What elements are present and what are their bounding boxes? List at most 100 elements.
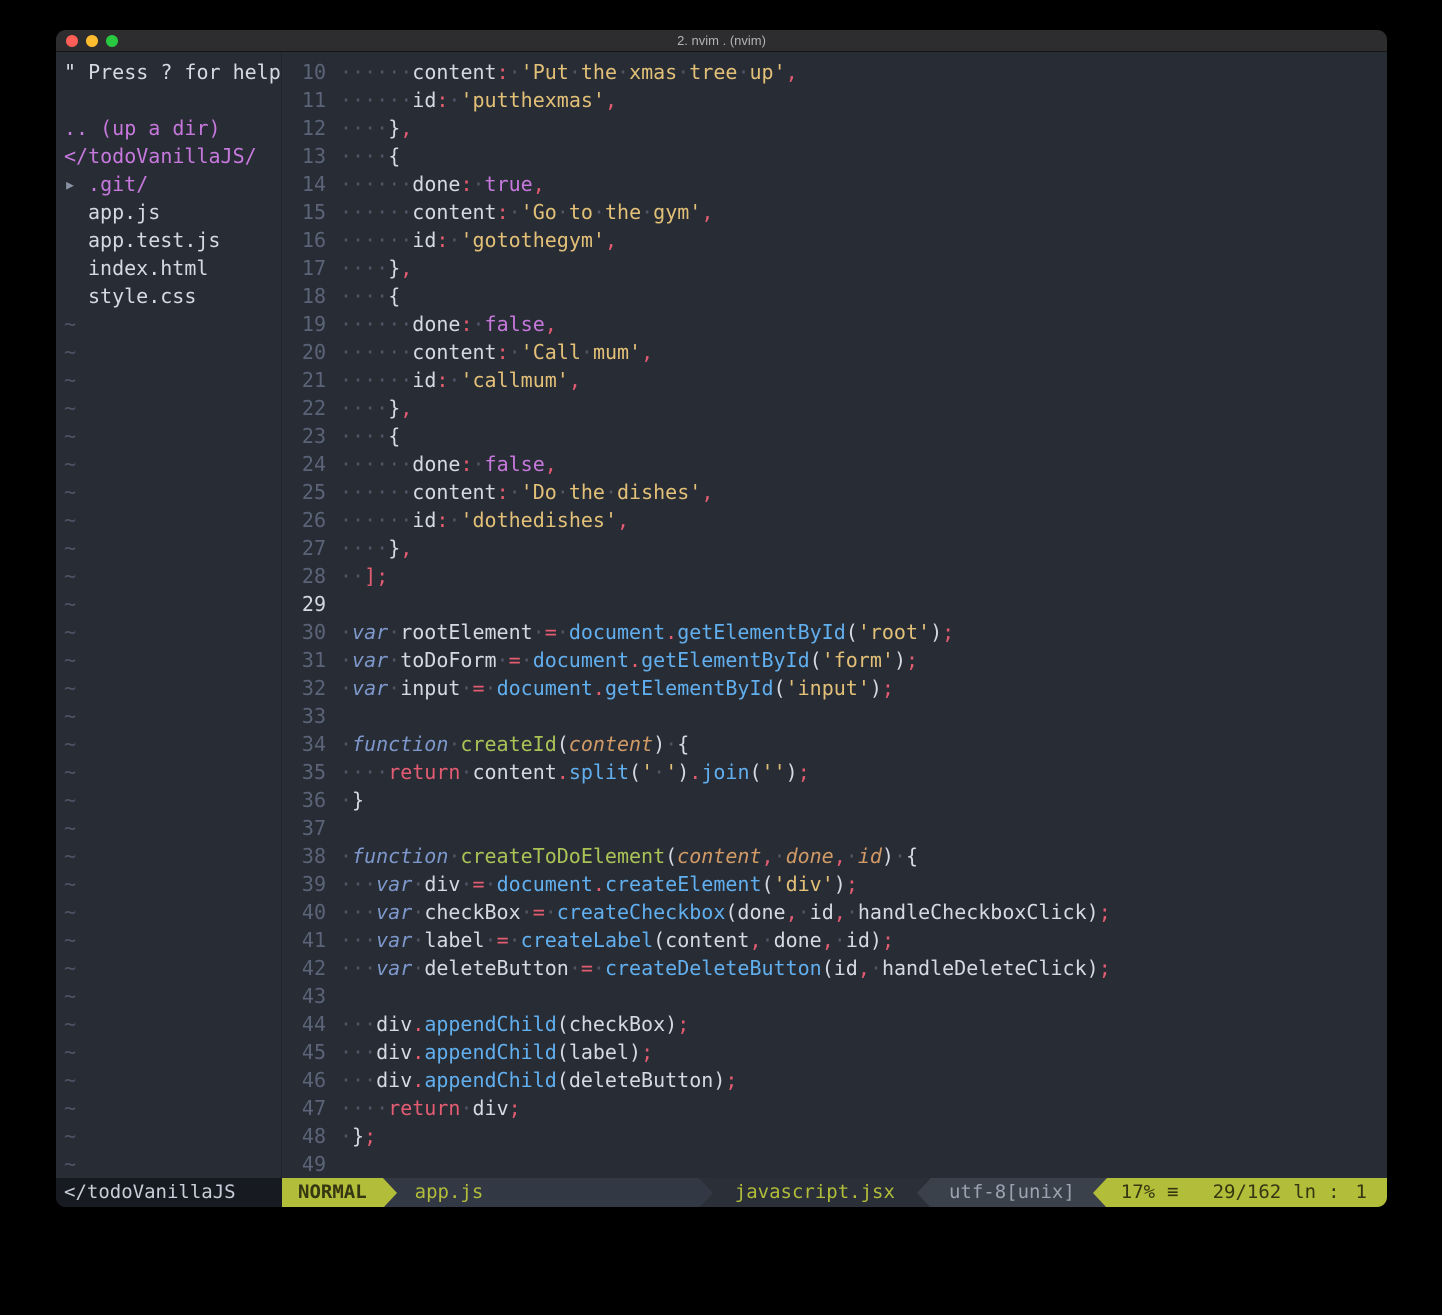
code-token: { <box>388 144 400 168</box>
code-token: , <box>701 480 713 504</box>
code-token: getElementById <box>605 676 774 700</box>
cursor-column: 1 <box>1356 1178 1367 1207</box>
explorer-item-indexhtml[interactable]: index.html <box>64 254 281 282</box>
code-token: createCheckbox <box>557 900 726 924</box>
code-line[interactable]: 29 <box>282 590 1387 618</box>
code-token: } <box>352 1124 364 1148</box>
code-line[interactable]: 42···var·deleteButton·=·createDeleteButt… <box>282 954 1387 982</box>
code-token: · <box>448 732 460 756</box>
code-token: deleteButton <box>424 956 569 980</box>
explorer-item-git[interactable]: ▸.git/ <box>64 170 281 198</box>
line-number: 10 <box>282 58 326 86</box>
code-line[interactable]: 49 <box>282 1150 1387 1178</box>
code-token: ··· <box>340 900 376 924</box>
code-line[interactable]: 26······id:·'dothedishes', <box>282 506 1387 534</box>
code-line[interactable]: 41···var·label·=·createLabel(content,·do… <box>282 926 1387 954</box>
code-line[interactable]: 21······id:·'callmum', <box>282 366 1387 394</box>
code-line[interactable]: 33 <box>282 702 1387 730</box>
code-line[interactable]: 24······done:·false, <box>282 450 1387 478</box>
code-token: = <box>472 676 484 700</box>
code-line[interactable]: 38·function·createToDoElement(content,·d… <box>282 842 1387 870</box>
code-line[interactable]: 23····{ <box>282 422 1387 450</box>
code-line[interactable]: 15······content:·'Go·to·the·gym', <box>282 198 1387 226</box>
code-line[interactable]: 14······done:·true, <box>282 170 1387 198</box>
code-token: . <box>412 1012 424 1036</box>
code-token: = <box>545 620 557 644</box>
code-line[interactable]: 12····}, <box>282 114 1387 142</box>
code-line[interactable]: 30·var·rootElement·=·document.getElement… <box>282 618 1387 646</box>
code-line[interactable]: 22····}, <box>282 394 1387 422</box>
code-token: } <box>388 536 400 560</box>
empty-line-tilde: ~ <box>64 702 281 730</box>
mode-indicator: NORMAL <box>282 1178 383 1207</box>
code-token: createDeleteButton <box>605 956 822 980</box>
code-line[interactable]: 28··]; <box>282 562 1387 590</box>
code-line[interactable]: 39···var·div·=·document.createElement('d… <box>282 870 1387 898</box>
code-token: { <box>677 732 689 756</box>
explorer-item-apptestjs[interactable]: app.test.js <box>64 226 281 254</box>
code-token: getElementById <box>677 620 846 644</box>
code-token: var <box>352 676 388 700</box>
code-line[interactable]: 44···div.appendChild(checkBox); <box>282 1010 1387 1038</box>
explorer-item-stylecss[interactable]: style.css <box>64 282 281 310</box>
cursor-position: 29/162 <box>1213 1178 1282 1207</box>
code-token: , <box>400 116 412 140</box>
code-token: ······ <box>340 340 412 364</box>
code-token: id <box>412 368 436 392</box>
code-line[interactable]: 18····{ <box>282 282 1387 310</box>
code-token: ( <box>810 648 822 672</box>
minimize-button[interactable] <box>86 35 98 47</box>
empty-line-tilde: ~ <box>64 450 281 478</box>
code-line[interactable]: 32·var·input·=·document.getElementById('… <box>282 674 1387 702</box>
code-line[interactable]: 25······content:·'Do·the·dishes', <box>282 478 1387 506</box>
code-line[interactable]: 10······content:·'Put·the·xmas·tree·up', <box>282 58 1387 86</box>
code-line[interactable]: 17····}, <box>282 254 1387 282</box>
title-bar[interactable]: 2. nvim . (nvim) <box>56 30 1387 52</box>
explorer-item-appjs[interactable]: app.js <box>64 198 281 226</box>
code-line[interactable]: 40···var·checkBox·=·createCheckbox(done,… <box>282 898 1387 926</box>
line-number: 21 <box>282 366 326 394</box>
close-button[interactable] <box>66 35 78 47</box>
code-token: ; <box>1099 900 1111 924</box>
code-line[interactable]: 47····return·div; <box>282 1094 1387 1122</box>
code-line[interactable]: 46···div.appendChild(deleteButton); <box>282 1066 1387 1094</box>
code-line[interactable]: 27····}, <box>282 534 1387 562</box>
code-token: , <box>641 340 653 364</box>
code-token: ······ <box>340 368 412 392</box>
code-token: , <box>605 88 617 112</box>
code-token: document <box>569 620 665 644</box>
code-line[interactable]: 35····return·content.split('·').join('')… <box>282 758 1387 786</box>
line-number: 39 <box>282 870 326 898</box>
code-line[interactable]: 48·}; <box>282 1122 1387 1150</box>
code-token: done <box>412 312 460 336</box>
code-token: ··· <box>340 1068 376 1092</box>
code-token: 'gotothegym' <box>460 228 605 252</box>
code-line[interactable]: 36·} <box>282 786 1387 814</box>
code-token: done <box>412 452 460 476</box>
empty-line-tilde: ~ <box>64 758 281 786</box>
code-token: . <box>412 1040 424 1064</box>
code-token: id <box>810 900 834 924</box>
code-token: 'Go·to·the·gym' <box>521 200 702 224</box>
code-token: id <box>412 228 436 252</box>
explorer-up-dir[interactable]: .. (up a dir) <box>64 114 281 142</box>
code-token: done <box>412 172 460 196</box>
code-token: . <box>593 676 605 700</box>
code-line[interactable]: 13····{ <box>282 142 1387 170</box>
zoom-button[interactable] <box>106 35 118 47</box>
code-token: ···· <box>340 536 388 560</box>
code-line[interactable]: 19······done:·false, <box>282 310 1387 338</box>
code-line[interactable]: 43 <box>282 982 1387 1010</box>
code-line[interactable]: 11······id:·'putthexmas', <box>282 86 1387 114</box>
code-line[interactable]: 16······id:·'gotothegym', <box>282 226 1387 254</box>
code-token: checkBox <box>424 900 520 924</box>
line-number: 12 <box>282 114 326 142</box>
code-line[interactable]: 34·function·createId(content)·{ <box>282 730 1387 758</box>
code-line[interactable]: 45···div.appendChild(label); <box>282 1038 1387 1066</box>
code-line[interactable]: 31·var·toDoForm·=·document.getElementByI… <box>282 646 1387 674</box>
code-line[interactable]: 20······content:·'Call·mum', <box>282 338 1387 366</box>
code-token: , <box>545 312 557 336</box>
line-number: 40 <box>282 898 326 926</box>
code-line[interactable]: 37 <box>282 814 1387 842</box>
code-token: { <box>906 844 918 868</box>
